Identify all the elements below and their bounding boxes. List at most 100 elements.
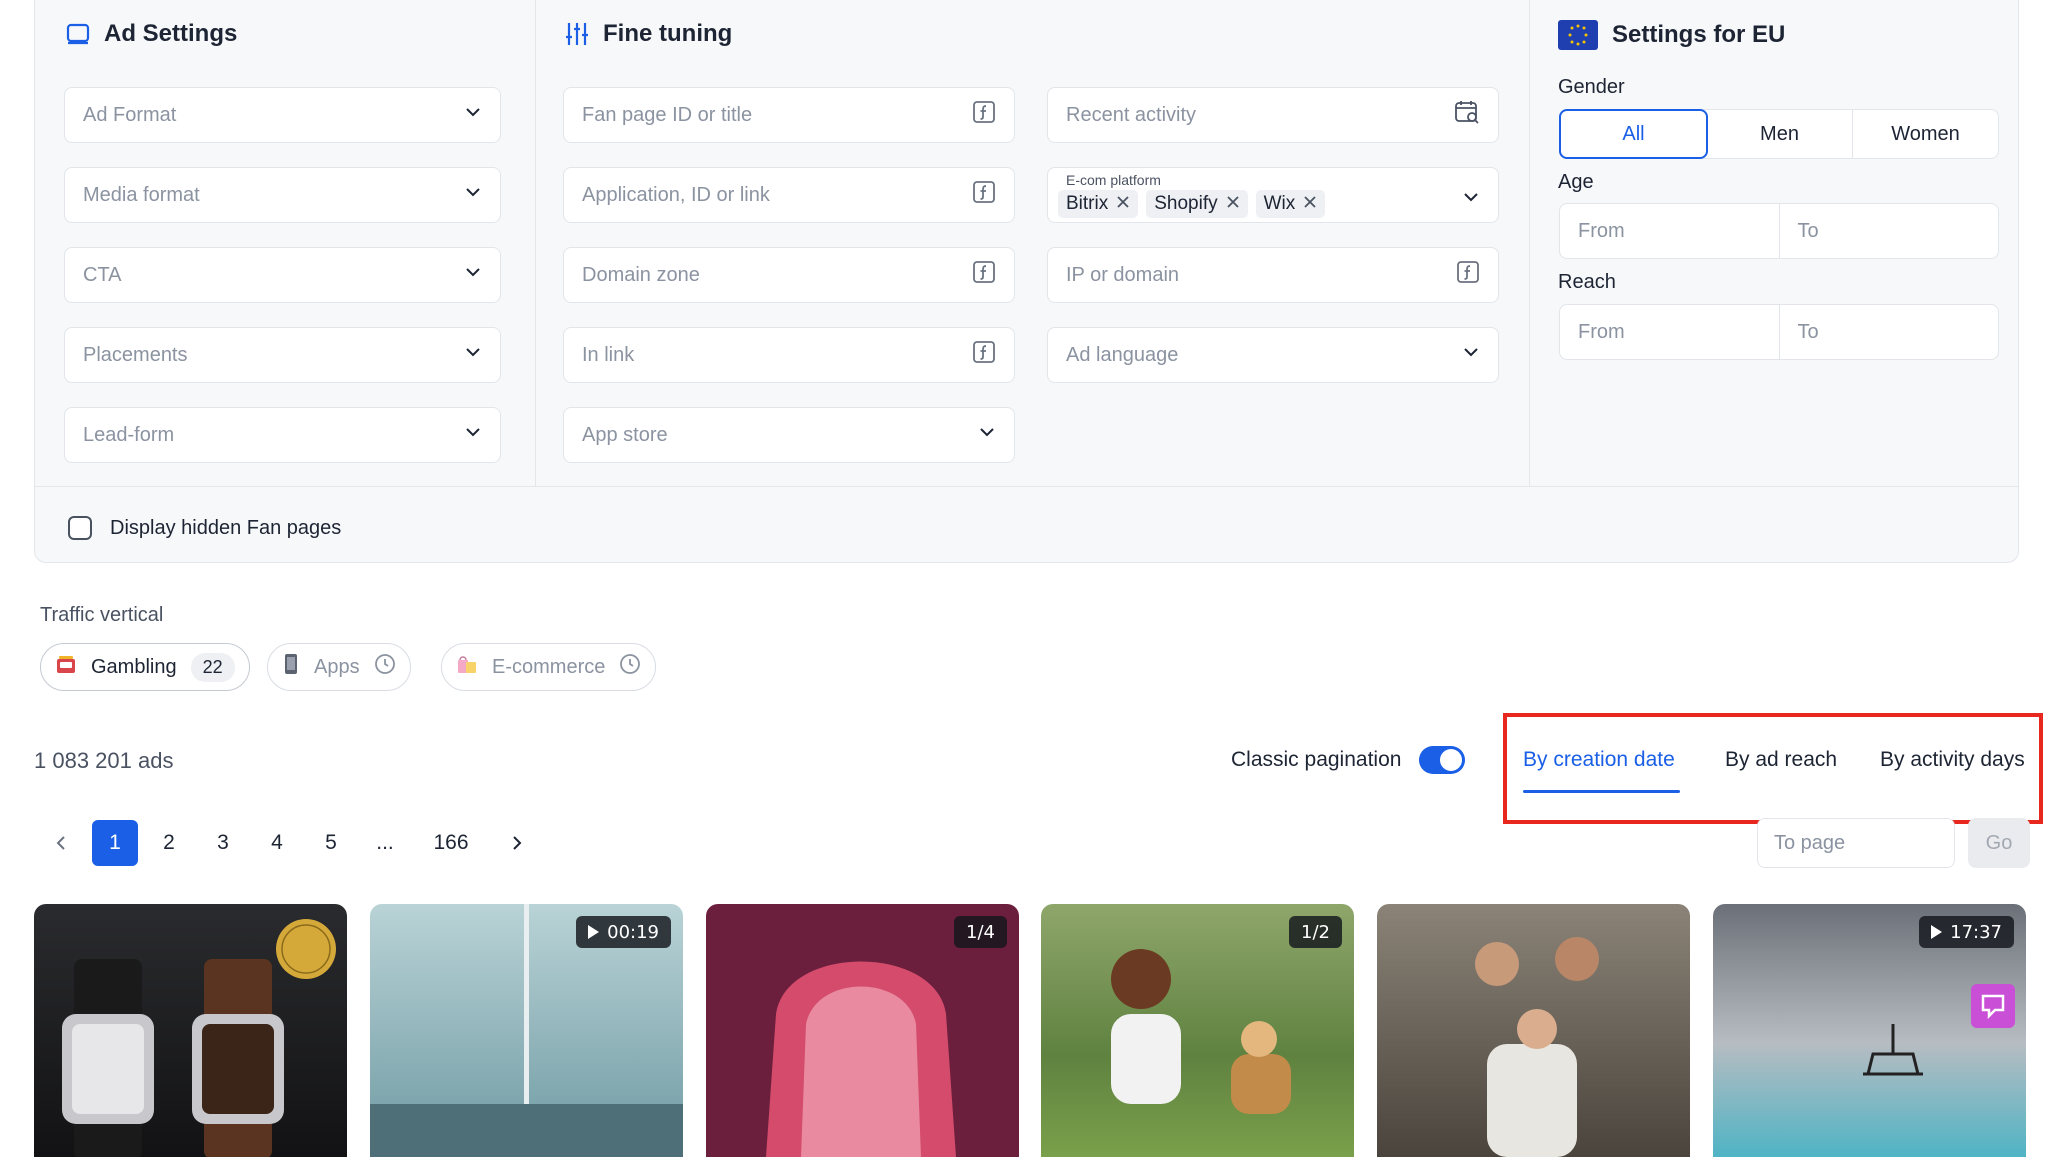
page-1[interactable]: 1 xyxy=(92,820,138,866)
age-from-input[interactable]: From xyxy=(1560,204,1780,258)
traffic-vertical-label: Traffic vertical xyxy=(40,604,164,626)
eu-flag-icon xyxy=(1558,20,1598,50)
gender-option-men[interactable]: Men xyxy=(1707,110,1853,158)
ecom-tags: Bitrix Shopify Wix xyxy=(1058,190,1326,218)
carousel-count-badge: 1/4 xyxy=(954,916,1007,948)
lead-form-select[interactable]: Lead-form xyxy=(64,407,501,463)
age-range: From To xyxy=(1559,203,1999,259)
in-link-input[interactable]: In link xyxy=(563,327,1015,383)
ad-card[interactable] xyxy=(1377,904,1690,1157)
tag-label: Shopify xyxy=(1154,193,1218,214)
to-page-input[interactable]: To page xyxy=(1757,818,1955,868)
hidden-fanpages-row[interactable]: Display hidden Fan pages xyxy=(68,516,341,540)
media-format-select[interactable]: Media format xyxy=(64,167,501,223)
recent-activity-placeholder: Recent activity xyxy=(1066,103,1197,126)
column-divider xyxy=(535,0,536,486)
calendar-search-icon xyxy=(1454,99,1480,131)
fine-tuning-title: Fine tuning xyxy=(565,20,732,48)
go-button[interactable]: Go xyxy=(1968,818,2030,868)
classic-pagination-toggle-row: Classic pagination xyxy=(1231,746,1466,774)
ad-format-select[interactable]: Ad Format xyxy=(64,87,501,143)
close-icon[interactable] xyxy=(1303,193,1317,215)
media-format-placeholder: Media format xyxy=(83,183,200,206)
ad-card[interactable] xyxy=(34,904,347,1157)
prev-page-button[interactable] xyxy=(38,820,84,866)
eu-settings-title: Settings for EU xyxy=(1558,20,1785,50)
chip-count-badge: 22 xyxy=(190,652,235,682)
domain-zone-input[interactable]: Domain zone xyxy=(563,247,1015,303)
fan-page-input[interactable]: Fan page ID or title xyxy=(563,87,1015,143)
hidden-fanpages-checkbox[interactable] xyxy=(68,516,92,540)
application-placeholder: Application, ID or link xyxy=(582,183,770,206)
active-tab-underline xyxy=(1523,790,1680,793)
chip-apps[interactable]: Apps xyxy=(267,643,411,691)
badge-text: 00:19 xyxy=(607,921,659,943)
function-icon xyxy=(972,100,996,130)
eu-settings-label: Settings for EU xyxy=(1612,21,1786,48)
cta-select[interactable]: CTA xyxy=(64,247,501,303)
chevron-down-icon xyxy=(1462,188,1480,211)
page-ellipsis: ... xyxy=(376,831,394,854)
next-page-button[interactable] xyxy=(494,820,540,866)
slot-machine-icon xyxy=(55,653,77,681)
sort-tab-creation-date[interactable]: By creation date xyxy=(1523,748,1675,772)
ad-settings-label: Ad Settings xyxy=(104,20,238,47)
sort-tab-ad-reach[interactable]: By ad reach xyxy=(1725,748,1837,772)
chevron-down-icon xyxy=(464,423,482,447)
reach-from-input[interactable]: From xyxy=(1560,305,1780,359)
ad-language-select[interactable]: Ad language xyxy=(1047,327,1499,383)
phone-icon xyxy=(282,653,300,681)
lead-form-placeholder: Lead-form xyxy=(83,423,175,446)
play-icon xyxy=(1931,925,1943,939)
close-icon[interactable] xyxy=(1226,193,1240,215)
tag-wix: Wix xyxy=(1255,190,1326,218)
page-2[interactable]: 2 xyxy=(146,820,192,866)
ad-thumbnail-watches xyxy=(62,919,336,1157)
chevron-left-icon xyxy=(56,836,65,850)
ecom-platform-select[interactable]: E-com platform Bitrix Shopify Wix xyxy=(1047,167,1499,223)
app-store-select[interactable]: App store xyxy=(563,407,1015,463)
ip-domain-placeholder: IP or domain xyxy=(1066,263,1180,286)
clock-icon xyxy=(374,653,396,681)
ad-card[interactable]: 1/2 xyxy=(1041,904,1354,1157)
ad-language-placeholder: Ad language xyxy=(1066,343,1179,366)
chevron-down-icon xyxy=(464,263,482,287)
chip-label: Apps xyxy=(314,655,360,678)
column-divider xyxy=(1529,0,1530,486)
gender-segmented-control: All Men Women xyxy=(1559,109,1999,159)
ip-domain-input[interactable]: IP or domain xyxy=(1047,247,1499,303)
fan-page-placeholder: Fan page ID or title xyxy=(582,103,753,126)
placements-select[interactable]: Placements xyxy=(64,327,501,383)
classic-pagination-switch[interactable] xyxy=(1419,746,1466,774)
gender-option-all[interactable]: All xyxy=(1559,109,1708,159)
switch-knob xyxy=(1440,749,1463,771)
page-3[interactable]: 3 xyxy=(200,820,246,866)
ad-card[interactable]: 1/4 xyxy=(706,904,1019,1157)
video-duration-badge: 00:19 xyxy=(576,916,671,948)
reach-range: From To xyxy=(1559,304,1999,360)
chip-gambling[interactable]: Gambling 22 xyxy=(40,643,250,691)
ad-settings-title: Ad Settings xyxy=(66,20,237,48)
badge-text: 1/2 xyxy=(1301,921,1330,943)
page-166[interactable]: 166 xyxy=(416,820,486,866)
pagination: 1 2 3 4 5 ... 166 xyxy=(38,820,540,866)
sort-tab-activity-days[interactable]: By activity days xyxy=(1880,748,2025,772)
reach-to-input[interactable]: To xyxy=(1780,305,1999,359)
gender-option-women[interactable]: Women xyxy=(1853,110,1998,158)
chip-label: E-commerce xyxy=(492,655,606,678)
application-input[interactable]: Application, ID or link xyxy=(563,167,1015,223)
close-icon[interactable] xyxy=(1116,193,1130,215)
ad-card[interactable]: 17:37 xyxy=(1713,904,2026,1157)
domain-zone-placeholder: Domain zone xyxy=(582,263,700,286)
page-4[interactable]: 4 xyxy=(254,820,300,866)
ad-card[interactable]: 00:19 xyxy=(370,904,683,1157)
chevron-down-icon xyxy=(978,423,996,447)
recent-activity-input[interactable]: Recent activity xyxy=(1047,87,1499,143)
fine-tuning-label: Fine tuning xyxy=(603,20,733,47)
gender-label: Gender xyxy=(1558,76,1625,98)
age-to-input[interactable]: To xyxy=(1780,204,1999,258)
page-5[interactable]: 5 xyxy=(308,820,354,866)
function-icon xyxy=(1456,260,1480,290)
chip-label: Gambling xyxy=(91,655,177,678)
chip-ecommerce[interactable]: E-commerce xyxy=(441,643,657,691)
